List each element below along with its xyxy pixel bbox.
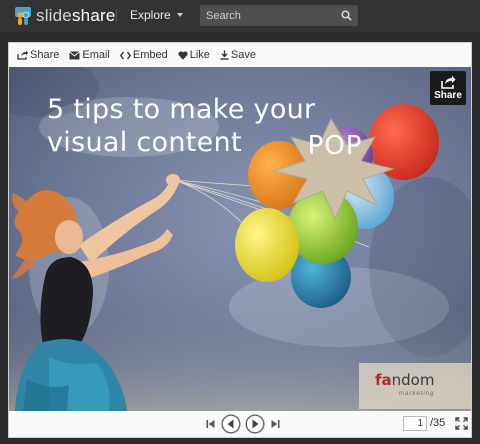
logo-prefix: slide bbox=[36, 6, 72, 25]
like-label: Like bbox=[189, 49, 210, 61]
first-slide-icon[interactable] bbox=[206, 419, 215, 429]
top-nav-bar: slideshare Explore bbox=[0, 0, 480, 32]
brand-name: fandom bbox=[375, 371, 434, 389]
like-button[interactable]: Like bbox=[178, 49, 210, 61]
chevron-down-icon bbox=[176, 13, 183, 17]
logo-text: slideshare bbox=[36, 6, 116, 26]
previous-slide-icon[interactable] bbox=[221, 414, 241, 434]
download-icon bbox=[220, 50, 229, 60]
code-icon bbox=[119, 51, 131, 59]
player-controls: /35 bbox=[9, 411, 471, 437]
heart-icon bbox=[178, 50, 188, 60]
save-label: Save bbox=[230, 49, 256, 61]
slide-title-line-2: visual content bbox=[47, 127, 242, 158]
fullscreen-icon[interactable] bbox=[455, 417, 468, 430]
brand-subtitle: marketing bbox=[399, 391, 435, 397]
last-slide-icon[interactable] bbox=[271, 419, 280, 429]
search-input[interactable] bbox=[200, 5, 336, 26]
email-label: Email bbox=[82, 49, 110, 61]
slide-share-label: Share bbox=[434, 90, 462, 101]
slide-share-button[interactable]: Share bbox=[430, 71, 466, 105]
nav-divider bbox=[116, 9, 117, 23]
share-arrow-icon bbox=[441, 75, 456, 89]
email-button[interactable]: Email bbox=[69, 49, 110, 61]
search-box bbox=[200, 5, 358, 26]
share-icon bbox=[17, 50, 28, 60]
embed-label: Embed bbox=[132, 49, 168, 61]
brand-name-first: fa bbox=[375, 371, 392, 389]
slide-title: 5 tips to make your visual content bbox=[47, 93, 315, 159]
logo-suffix: share bbox=[71, 6, 116, 25]
slide-image: 5 tips to make your visual content POP S… bbox=[9, 67, 471, 411]
slide-title-line-1: 5 tips to make your bbox=[47, 94, 316, 125]
share-button[interactable]: Share bbox=[17, 49, 59, 61]
share-label: Share bbox=[30, 49, 60, 61]
fandom-marketing-logo: fandom marketing bbox=[359, 363, 471, 409]
explore-label: Explore bbox=[130, 8, 171, 22]
envelope-icon bbox=[69, 50, 81, 59]
next-slide-icon[interactable] bbox=[245, 414, 265, 434]
slideshare-logo[interactable]: slideshare bbox=[14, 5, 116, 27]
page-total: /35 bbox=[430, 417, 446, 429]
search-icon[interactable] bbox=[341, 10, 352, 21]
explore-menu-button[interactable]: Explore bbox=[130, 8, 183, 22]
save-button[interactable]: Save bbox=[220, 49, 256, 61]
slideshare-logo-icon bbox=[15, 7, 31, 25]
brand-name-rest: ndom bbox=[391, 371, 435, 389]
slideshow-player: Share Email Embed Like Save 5 tips to ma… bbox=[8, 42, 472, 438]
page-number-input[interactable] bbox=[403, 416, 427, 431]
pop-label: POP bbox=[307, 131, 363, 161]
embed-button[interactable]: Embed bbox=[119, 49, 168, 61]
player-toolbar: Share Email Embed Like Save bbox=[9, 43, 471, 67]
